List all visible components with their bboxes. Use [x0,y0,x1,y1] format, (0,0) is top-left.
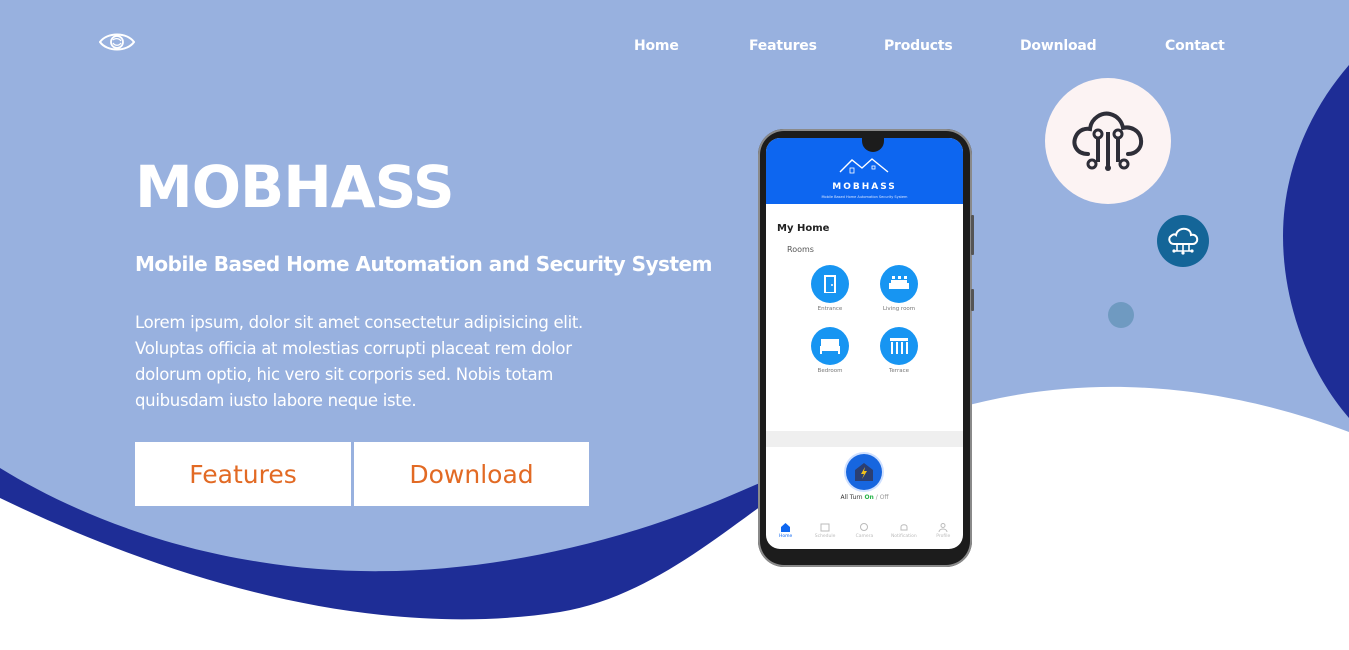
download-button[interactable]: Download [354,442,589,506]
cloud-circuit-badge [1045,78,1171,204]
phone-mockup: MOBHASS Mobile Based Home Automation Sec… [758,129,974,567]
door-icon [811,265,849,303]
main-nav: Home Features Products Download Contact [0,38,1349,58]
all-turn-sep: / [875,494,878,501]
user-icon [938,523,948,532]
phone-volume-button [971,215,974,255]
nav-products[interactable]: Products [884,38,953,54]
all-turn-on[interactable]: On [864,494,873,501]
tab-label: Profile [936,534,951,539]
app-tab-bar: Home Schedule Camera Notification Profil… [766,522,963,548]
calendar-icon [820,523,830,532]
tab-home[interactable]: Home [768,522,804,548]
home-icon [781,523,791,532]
room-label: Entrance [817,306,843,312]
all-turn-label: All Turn On / Off [766,494,963,501]
features-button[interactable]: Features [135,442,351,506]
bed-icon [811,327,849,365]
nav-home[interactable]: Home [634,38,679,54]
room-label: Bedroom [817,368,843,374]
nav-contact[interactable]: Contact [1165,38,1225,54]
hero-subtitle: Mobile Based Home Automation and Securit… [135,252,712,276]
cloud-network-icon [1168,227,1199,255]
decorative-dot [1108,302,1134,328]
room-entrance[interactable]: Entrance [800,265,860,312]
terrace-icon [880,327,918,365]
house-roof-icon [839,158,889,174]
tab-label: Camera [855,534,874,539]
lightning-home-icon [855,463,873,481]
tab-label: Home [779,534,793,539]
tab-schedule[interactable]: Schedule [807,522,843,548]
room-terrace[interactable]: Terrace [869,327,929,374]
tab-camera[interactable]: Camera [846,522,882,548]
nav-download[interactable]: Download [1020,38,1097,54]
camera-icon [860,523,869,531]
room-living[interactable]: Living room [869,265,929,312]
rooms-label: Rooms [787,245,814,254]
all-turn-off[interactable]: Off [880,494,889,501]
app-brand: MOBHASS [832,182,897,192]
room-label: Terrace [888,368,909,374]
nav-features[interactable]: Features [749,38,817,54]
cloud-circuit-icon [1072,111,1144,171]
app-tagline: Mobile Based Home Automation Security Sy… [821,195,908,199]
room-label: Living room [882,306,916,312]
phone-power-button [971,289,974,311]
tab-profile[interactable]: Profile [925,522,961,548]
bell-icon [900,524,908,531]
divider [766,431,963,447]
power-toggle-button[interactable] [846,454,882,490]
tab-notification[interactable]: Notification [886,522,922,548]
tab-label: Schedule [814,534,836,539]
all-turn-prefix: All Turn [840,494,863,501]
hero-title: MOBHASS [135,153,455,221]
section-title: My Home [777,223,830,234]
phone-screen: MOBHASS Mobile Based Home Automation Sec… [766,138,963,549]
sofa-icon [880,265,918,303]
hero-description: Lorem ipsum, dolor sit amet consectetur … [135,313,583,410]
tab-label: Notification [890,534,917,539]
room-bedroom[interactable]: Bedroom [800,327,860,374]
cloud-network-badge [1157,215,1209,267]
